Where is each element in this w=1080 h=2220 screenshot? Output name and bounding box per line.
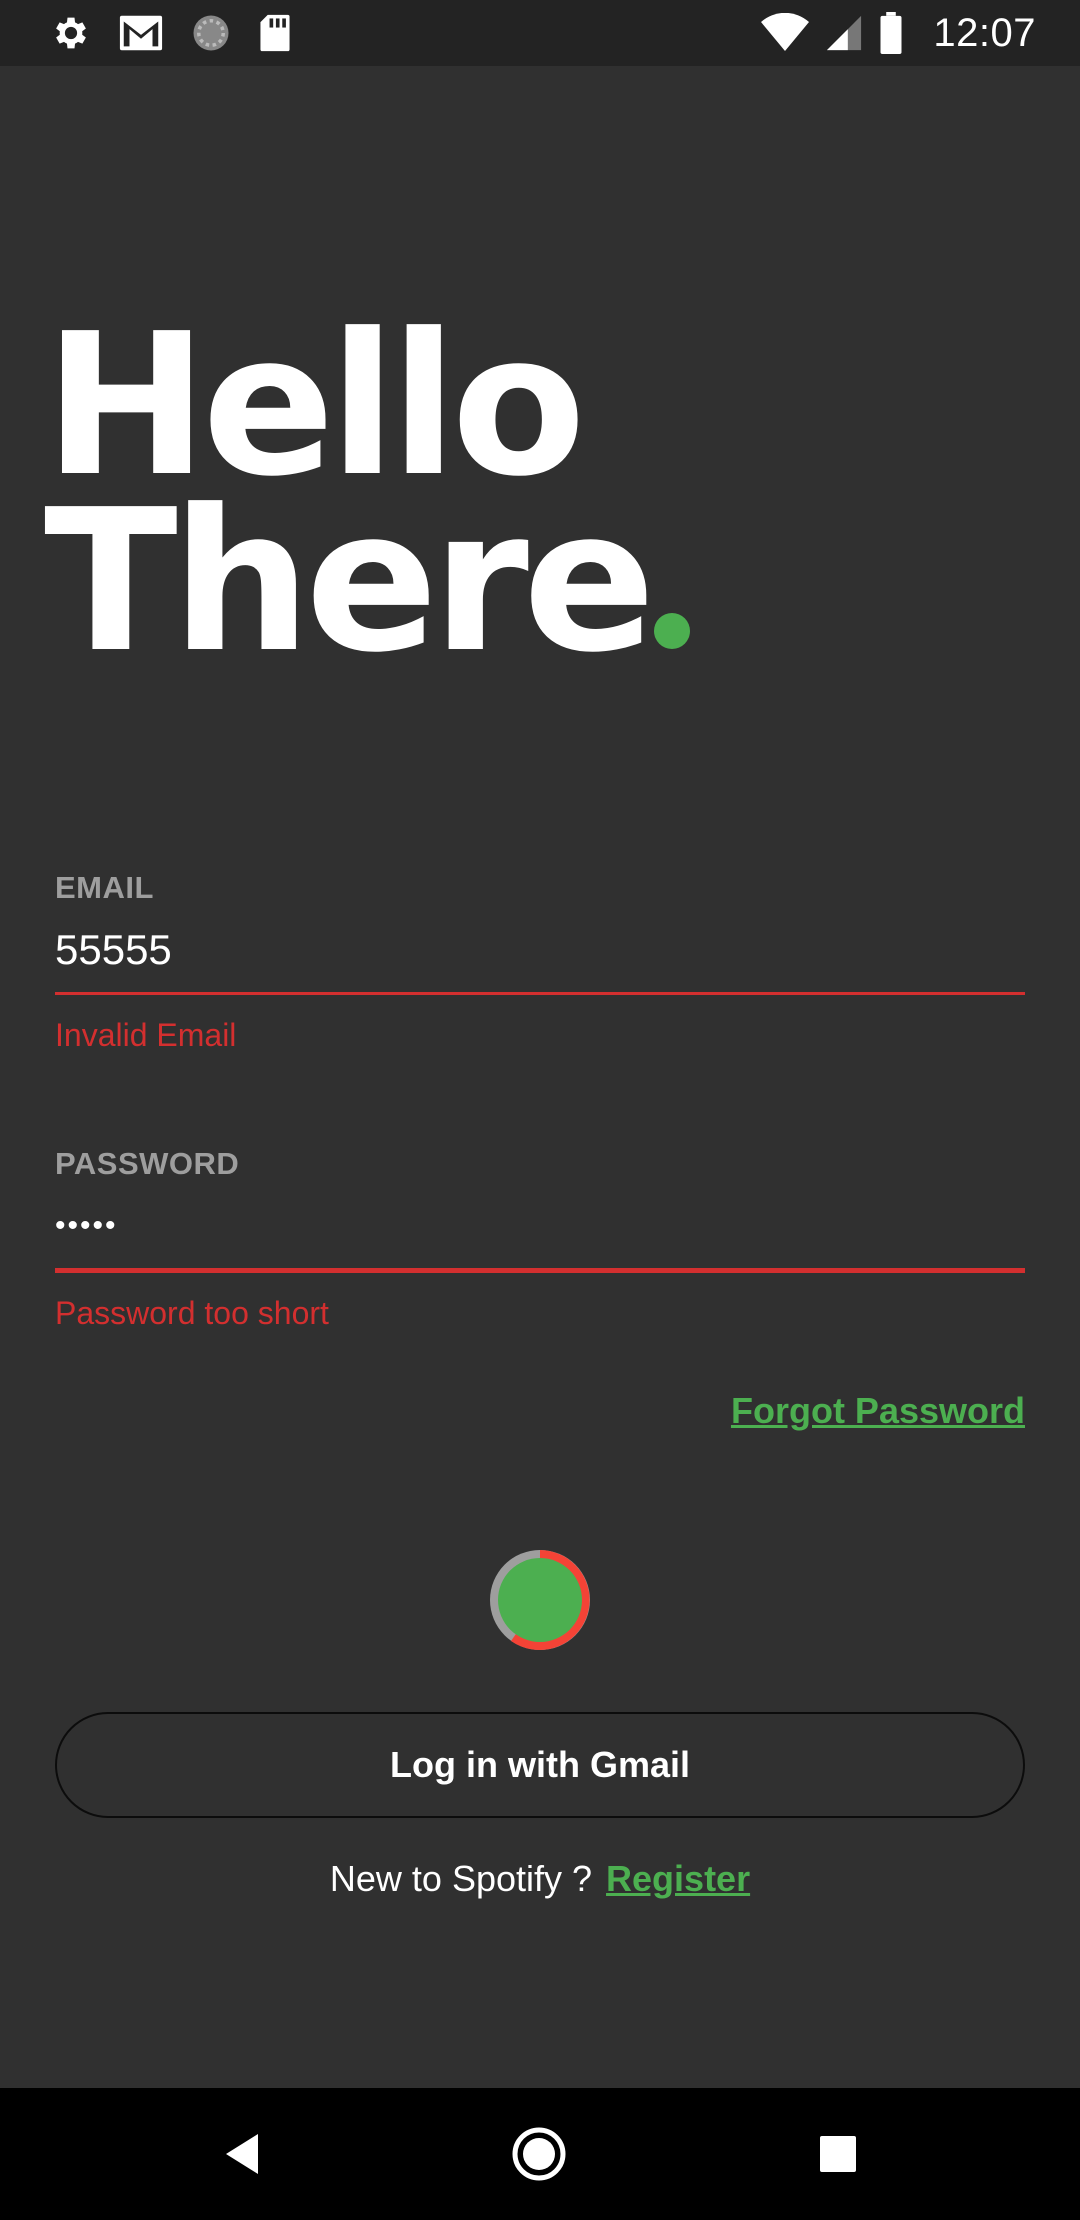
forgot-password-link[interactable]: Forgot Password [731, 1390, 1025, 1432]
status-right-icons: 12:07 [761, 8, 1036, 58]
password-field[interactable]: PASSWORD ••••• Password too short [55, 1146, 1025, 1332]
wifi-icon [761, 13, 810, 53]
register-prompt: New to Spotify ? [329, 1858, 593, 1899]
accent-dot [653, 613, 690, 649]
sd-card-icon [258, 13, 292, 53]
password-input[interactable]: ••••• [55, 1198, 1025, 1254]
status-left-icons [50, 12, 292, 54]
login-screen: 12:07 Hello There EMAIL 55555 Invalid Em… [0, 0, 1080, 2220]
greeting-line-2: There [44, 484, 690, 680]
email-field[interactable]: EMAIL 55555 Invalid Email [55, 870, 1025, 1054]
email-error: Invalid Email [55, 1017, 237, 1053]
gear-icon [50, 12, 92, 54]
back-icon[interactable] [214, 2126, 270, 2182]
email-input[interactable]: 55555 [55, 922, 1025, 978]
password-underline [55, 1268, 1025, 1273]
password-error: Password too short [55, 1295, 329, 1331]
email-label: EMAIL [55, 870, 154, 905]
greeting-heading: Hello There [44, 308, 690, 680]
register-row: New to Spotify ? Register [0, 1858, 1080, 1900]
register-link[interactable]: Register [606, 1858, 750, 1900]
home-icon[interactable] [511, 2126, 567, 2182]
recents-icon[interactable] [810, 2126, 866, 2182]
gmail-login-label: Log in with Gmail [390, 1744, 690, 1785]
cell-signal-icon [825, 13, 863, 53]
spinner-icon [490, 1550, 590, 1650]
status-bar: 12:07 [0, 0, 1080, 66]
clock: 12:07 [933, 10, 1036, 55]
sync-icon [190, 12, 232, 54]
password-label: PASSWORD [55, 1146, 240, 1181]
gmail-icon [118, 13, 164, 53]
greeting-line-2-text: There [44, 468, 656, 696]
gmail-login-button[interactable]: Log in with Gmail [55, 1712, 1025, 1818]
login-progress-button[interactable] [485, 1545, 595, 1655]
email-underline [55, 992, 1025, 995]
battery-icon [879, 12, 903, 54]
navigation-bar [0, 2088, 1080, 2220]
